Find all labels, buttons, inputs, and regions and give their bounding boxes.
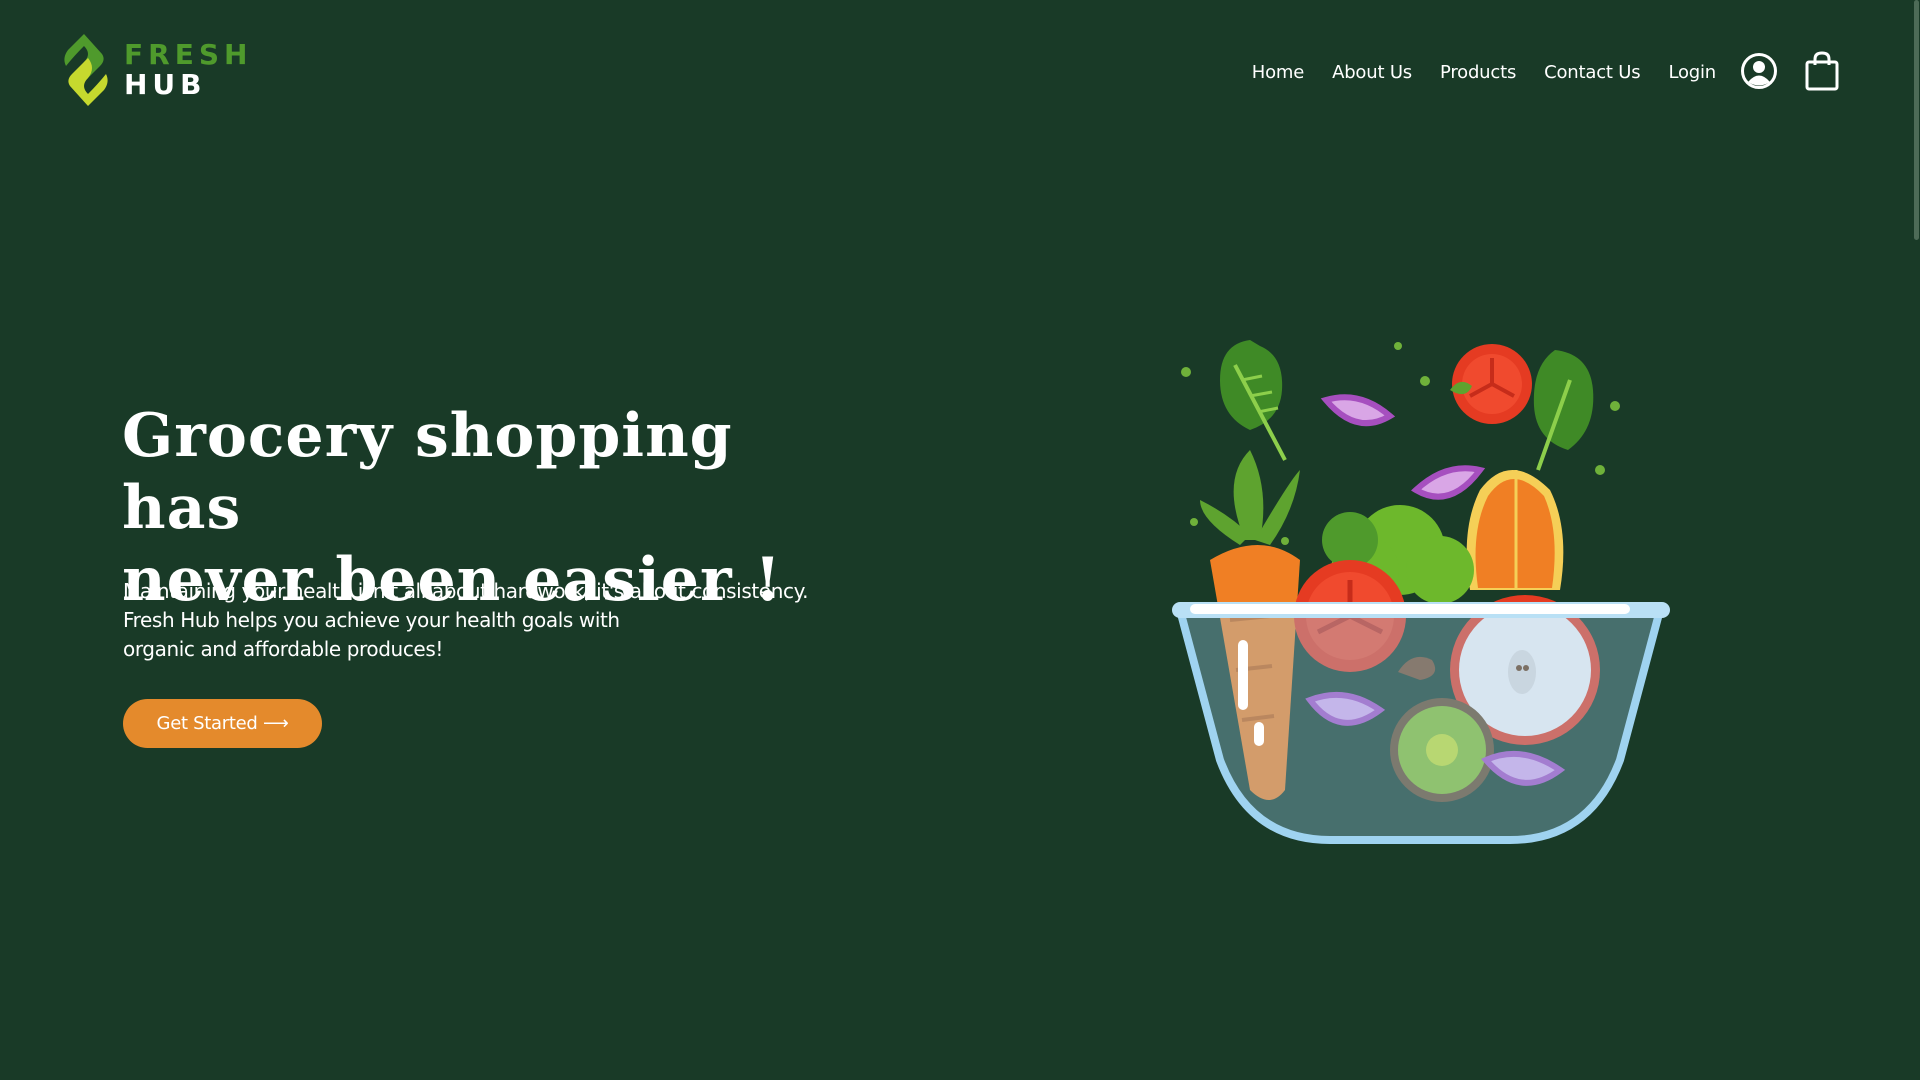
nav-home[interactable]: Home (1252, 62, 1305, 83)
salad-bowl-illustration (1172, 340, 1670, 844)
spinach-leaf-right (1533, 350, 1594, 471)
carrot-greens (1200, 450, 1300, 545)
hero-subtitle-line-2: Fresh Hub helps you achieve your health … (123, 608, 620, 632)
hero-subtitle-line-3: organic and affordable produces! (123, 637, 443, 661)
hero-title-line-1: Grocery shopping has (122, 401, 733, 543)
brand-logo[interactable]: FRESH HUB (62, 32, 262, 108)
account-icon[interactable] (1740, 52, 1778, 90)
landing-page: FRESH HUB Home About Us Products Contact… (0, 0, 1920, 1080)
hero-subtitle-line-1: Maintaining your health isn't all about … (123, 579, 809, 603)
nav-products[interactable]: Products (1440, 62, 1516, 83)
nav-login[interactable]: Login (1668, 62, 1716, 83)
brand-name-line-1: FRESH (124, 38, 253, 71)
onion-slice-2 (1411, 465, 1486, 500)
brand-wordmark: FRESH HUB (124, 40, 252, 100)
orange-slice (1466, 470, 1564, 590)
scrollbar[interactable] (1912, 0, 1920, 1080)
tomato-slice-top (1450, 344, 1532, 424)
brand-name-line-2: HUB (124, 68, 207, 101)
hero-subtitle: Maintaining your health isn't all about … (123, 577, 823, 664)
glass-bowl (1172, 602, 1670, 844)
main-nav: Home About Us Products Contact Us Login (1252, 62, 1716, 83)
leaf-logo-icon (64, 34, 108, 106)
nav-about-us[interactable]: About Us (1332, 62, 1412, 83)
spinach-leaf-left (1220, 340, 1287, 461)
nav-contact-us[interactable]: Contact Us (1544, 62, 1641, 83)
get-started-button[interactable]: Get Started ⟶ (123, 699, 322, 748)
shopping-bag-icon[interactable] (1804, 50, 1840, 92)
scrollbar-thumb[interactable] (1914, 0, 1919, 240)
onion-slice-1 (1320, 394, 1396, 427)
